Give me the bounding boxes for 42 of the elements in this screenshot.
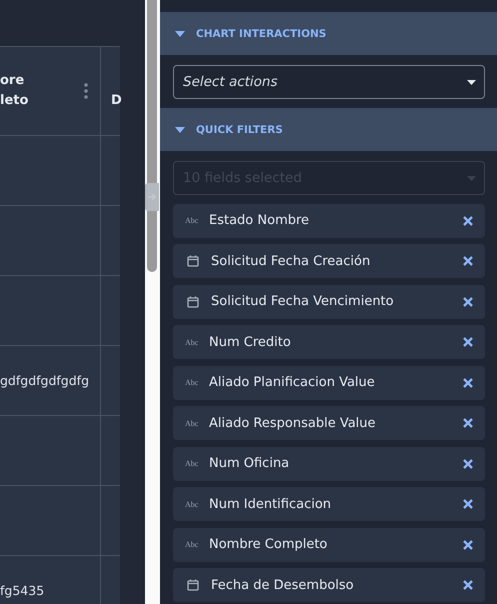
calendar-icon xyxy=(187,255,199,267)
remove-icon[interactable] xyxy=(463,256,473,266)
filter-field-chip[interactable]: Abc Num Credito xyxy=(173,325,485,359)
text-type-label: Abc xyxy=(185,459,200,468)
text-type-label: Abc xyxy=(185,378,200,387)
remove-icon[interactable] xyxy=(463,540,473,550)
remove-icon[interactable] xyxy=(463,378,473,388)
column-header[interactable]: D xyxy=(101,71,122,111)
filter-field-chip[interactable]: Abc Estado Nombre xyxy=(173,204,485,238)
remove-icon[interactable] xyxy=(463,296,473,306)
select-field[interactable]: Select actions xyxy=(173,65,485,99)
section-header[interactable]: CHART INTERACTIONS xyxy=(160,12,497,55)
text-type-label: Abc xyxy=(185,500,200,508)
filter-field-chip[interactable]: Solicitud Fecha Creación xyxy=(173,244,485,278)
scrollbar[interactable] xyxy=(147,0,157,272)
remove-icon[interactable] xyxy=(463,499,473,509)
filter-field-chip[interactable]: Abc Nombre Completo xyxy=(173,528,485,562)
text-type-label: Abc xyxy=(185,338,200,346)
table-cell: gdfgdfgdfgdfg xyxy=(0,373,90,388)
section-header[interactable]: QUICK FILTERS xyxy=(160,108,497,151)
remove-icon[interactable] xyxy=(463,580,473,590)
calendar-icon xyxy=(187,296,199,308)
column-menu-icon[interactable] xyxy=(84,83,88,99)
remove-icon[interactable] xyxy=(463,458,473,468)
text-type-label: Abc xyxy=(185,418,200,428)
filter-field-chip[interactable]: Abc Num Oficina xyxy=(173,446,485,480)
filter-field-chip[interactable]: Abc Aliado Responsable Value xyxy=(173,406,485,440)
filter-field-chip[interactable]: Solicitud Fecha Vencimiento xyxy=(173,284,485,318)
column-header[interactable]: ore leto xyxy=(0,71,28,111)
remove-icon[interactable] xyxy=(463,418,473,428)
text-type-label: Abc xyxy=(185,540,200,549)
dropdown-caret-icon xyxy=(467,80,476,84)
remove-icon[interactable] xyxy=(463,337,473,347)
filter-field-chip[interactable]: Abc Num Identificacion xyxy=(173,487,485,521)
text-type-label: Abc xyxy=(185,216,200,225)
dropdown-caret-icon xyxy=(467,176,476,180)
calendar-icon xyxy=(187,579,199,591)
remove-icon[interactable] xyxy=(463,216,473,226)
filter-field-chip[interactable]: Fecha de Desembolso xyxy=(173,568,485,602)
filter-field-chip[interactable]: Abc Aliado Planificacion Value xyxy=(173,366,485,400)
table-cell: fg5435 xyxy=(0,583,44,598)
collapse-handle[interactable] xyxy=(145,183,159,211)
